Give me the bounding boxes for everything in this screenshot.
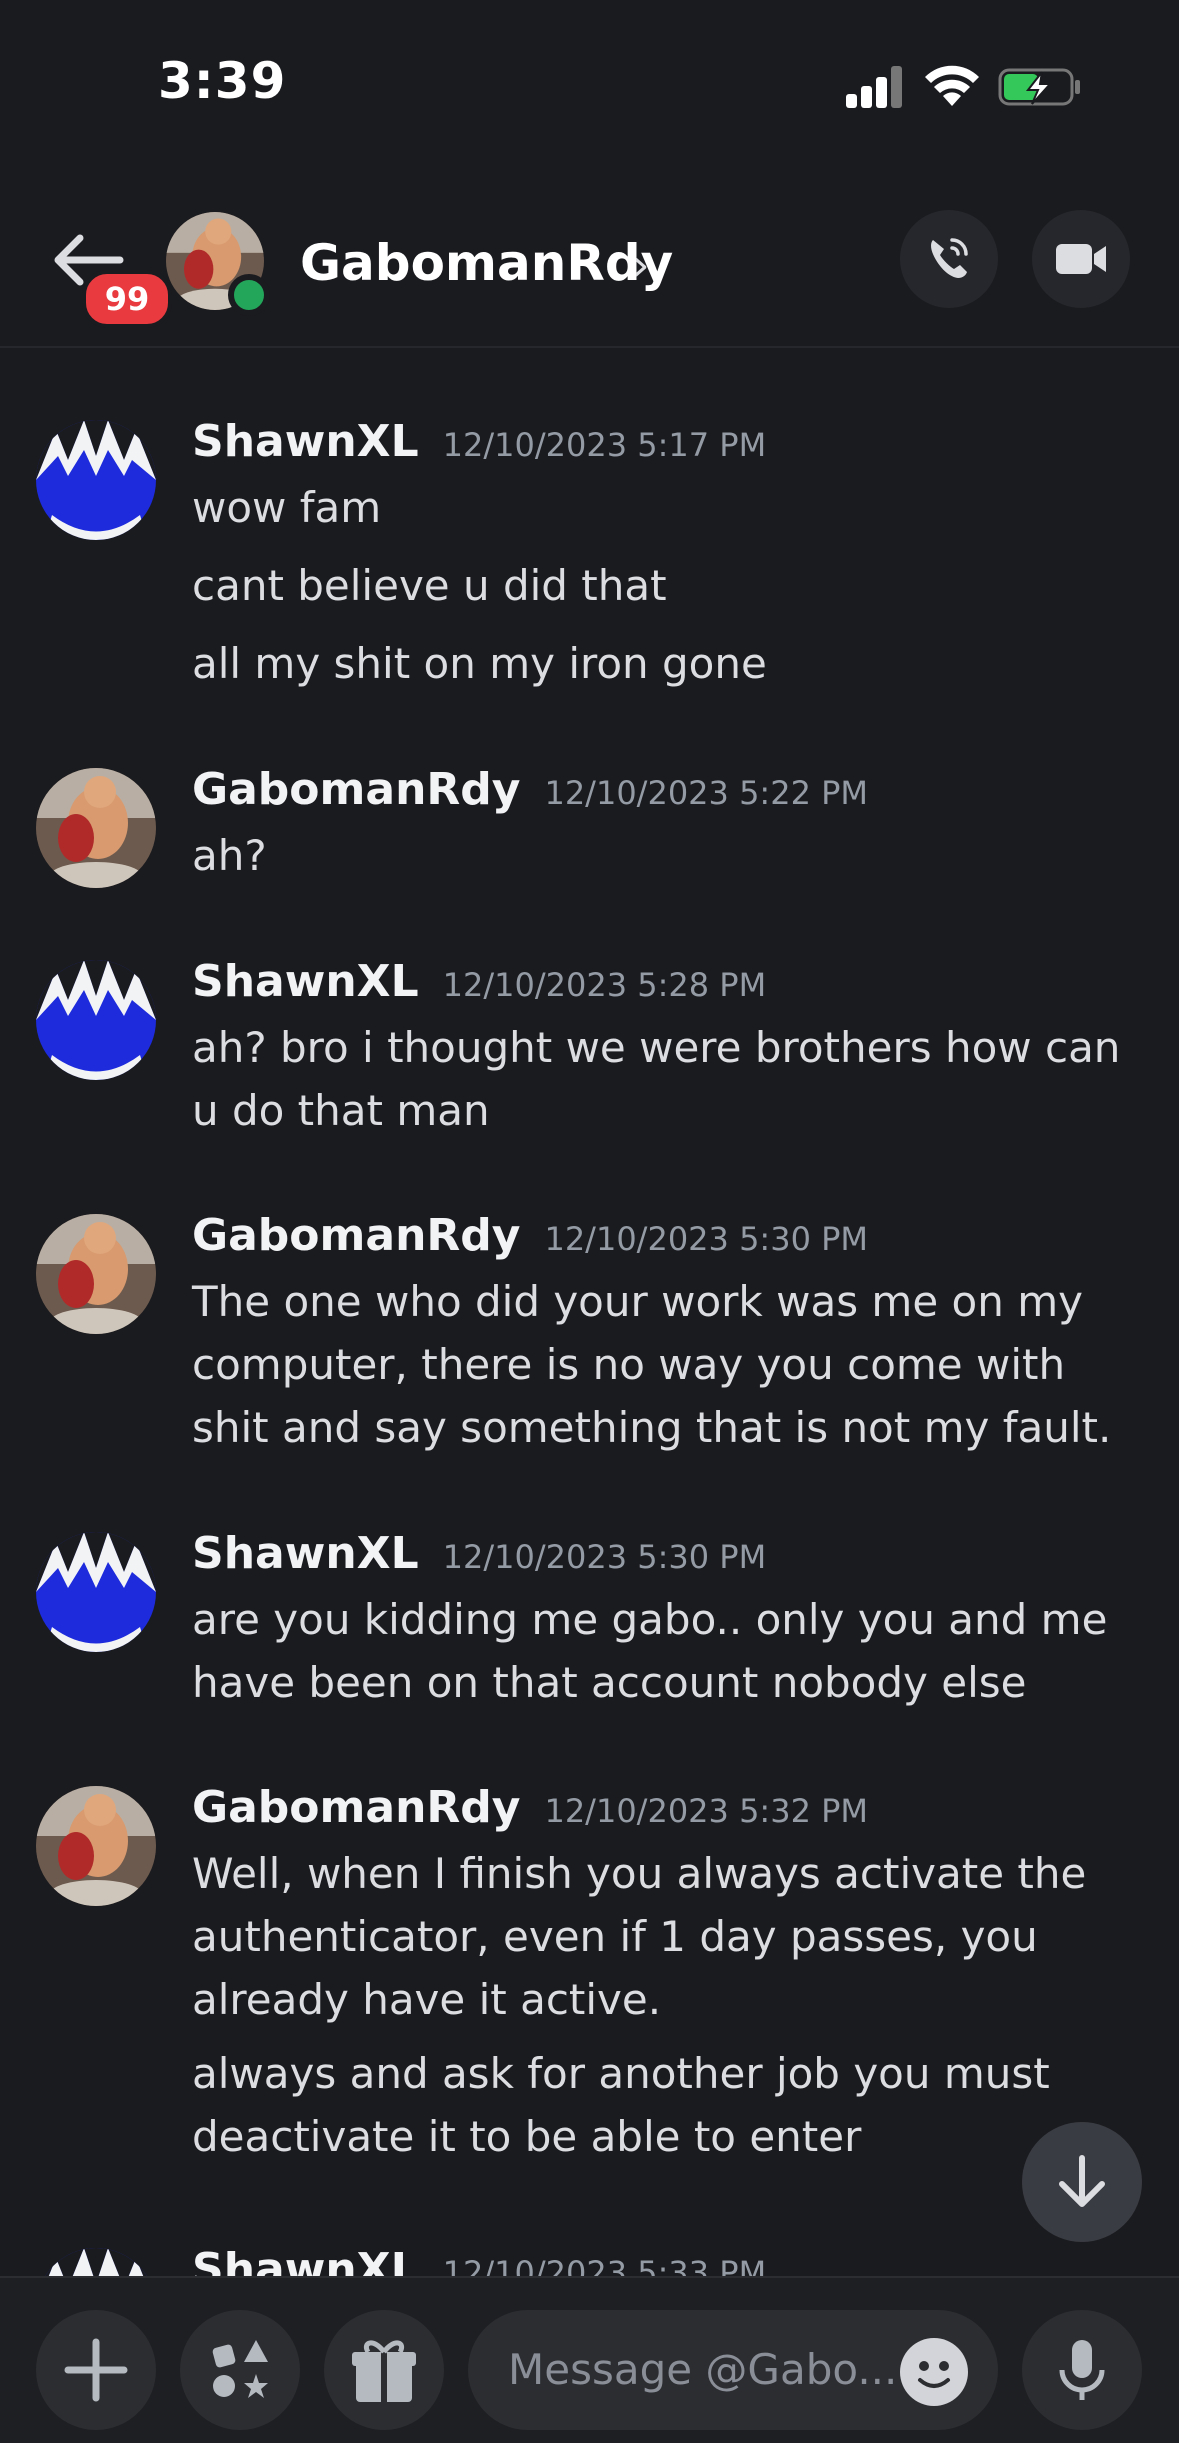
avatar[interactable] [36,1214,156,1334]
message-timestamp: 12/10/2023 5:30 PM [544,1220,868,1258]
apps-button[interactable] [180,2310,300,2430]
message-author[interactable]: ShawnXL 12/10/2023 5:28 PM [192,956,766,1007]
phone-icon [931,238,968,278]
video-camera-icon [1056,244,1106,274]
message-author[interactable]: GabomanRdy 12/10/2023 5:22 PM [192,764,868,815]
message-composer: Message @Gabo... [0,2276,1179,2443]
add-attachment-button[interactable] [36,2310,156,2430]
arrow-down-icon [1059,2155,1105,2207]
status-time: 3:39 [158,52,287,110]
battery-charging-icon [998,68,1080,106]
message-author[interactable]: ShawnXL 12/10/2023 5:33 PM [192,2244,766,2276]
unread-badge: 99 [82,270,172,328]
message-text: ah? bro i thought we were brothers how c… [192,1023,1121,1135]
message-author[interactable]: ShawnXL 12/10/2023 5:30 PM [192,1528,766,1579]
gift-icon [352,2340,416,2402]
plus-icon [64,2338,128,2402]
cellular-signal-icon [846,66,904,108]
microphone-icon [1059,2340,1105,2400]
gift-button[interactable] [324,2310,444,2430]
message-author[interactable]: GabomanRdy 12/10/2023 5:32 PM [192,1782,868,1833]
online-status-indicator [228,274,270,316]
chevron-right-icon[interactable]: › [632,240,650,291]
message-text: Well, when I finish you always activate … [192,1849,1087,2024]
message-text: ah? [192,831,267,880]
message-author[interactable]: GabomanRdy 12/10/2023 5:30 PM [192,1210,868,1261]
status-bar: 3:39 [0,0,1179,170]
video-call-button[interactable] [1032,210,1130,308]
message-text: always and ask for another job you must … [192,2049,1050,2161]
avatar[interactable] [36,1786,156,1906]
message-author[interactable]: ShawnXL 12/10/2023 5:17 PM [192,416,766,467]
emoji-icon [918,2361,950,2388]
header-username[interactable]: GabomanRdy [300,234,673,292]
avatar[interactable] [36,960,156,1080]
voice-call-button[interactable] [900,210,998,308]
apps-icon [212,2340,268,2398]
avatar[interactable] [36,1532,156,1652]
message-text: are you kidding me gabo.. only you and m… [192,1595,1108,1707]
dm-header: 99 GabomanRdy › [0,170,1179,348]
message-list[interactable]: ShawnXL 12/10/2023 5:17 PM wow fam cant b… [0,348,1179,2276]
message-text: The one who did your work was me on my c… [192,1277,1112,1452]
message-text: wow fam [192,483,382,532]
message-timestamp: 12/10/2023 5:28 PM [442,966,767,1004]
message-timestamp: 12/10/2023 5:22 PM [544,774,868,812]
avatar[interactable] [36,2248,156,2276]
avatar[interactable] [36,420,156,540]
message-timestamp: 12/10/2023 5:32 PM [544,1792,868,1830]
message-text: all my shit on my iron gone [192,639,767,688]
message-timestamp: 12/10/2023 5:30 PM [442,1538,767,1576]
jump-to-bottom-button[interactable] [1022,2122,1142,2242]
avatar[interactable] [36,768,156,888]
message-timestamp: 12/10/2023 5:17 PM [442,426,767,464]
message-timestamp: 12/10/2023 5:33 PM [442,2254,767,2276]
voice-message-button[interactable] [1022,2310,1142,2430]
emoji-button[interactable] [900,2338,968,2406]
wifi-icon [925,65,979,106]
message-text: cant believe u did that [192,561,667,610]
